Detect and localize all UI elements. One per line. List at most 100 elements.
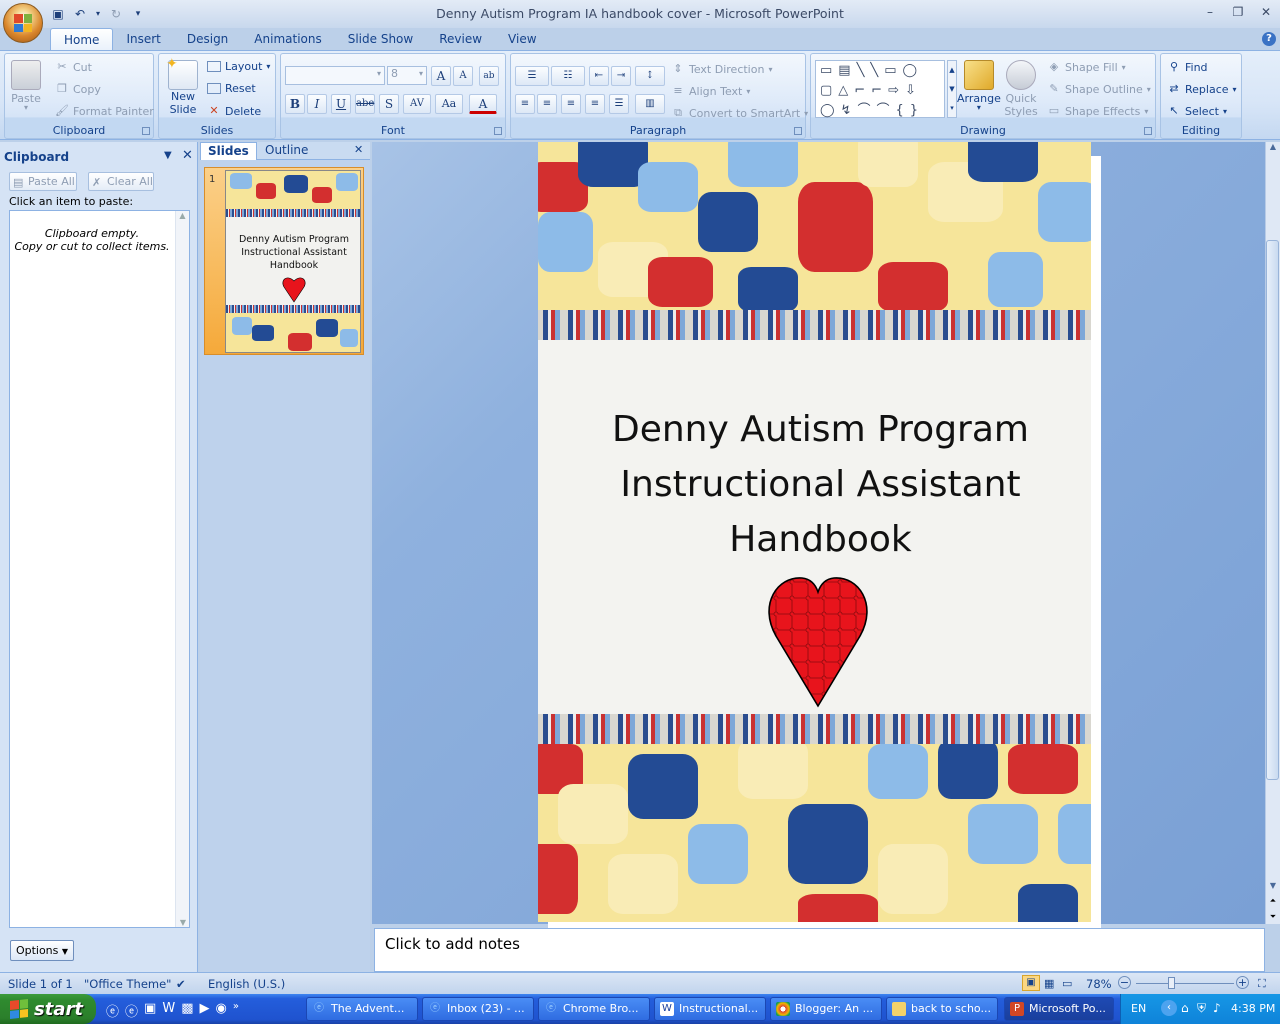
- puzzle-heart-icon[interactable]: [768, 574, 868, 708]
- paste-all-button[interactable]: ▤ Paste All: [9, 172, 77, 191]
- drawing-launcher-icon[interactable]: [1144, 127, 1152, 135]
- shape-fill-button[interactable]: ◈ Shape Fill ▾: [1047, 60, 1126, 74]
- delete-button[interactable]: ✕ Delete: [207, 104, 261, 118]
- security-icon[interactable]: ⛨: [1197, 1001, 1206, 1016]
- shapes-gallery[interactable]: ▭▤╲╲▭◯ ▢△⌐⌐⇨⇩ ◯↯⌒⌒{}: [815, 60, 945, 118]
- clear-all-button[interactable]: ✗ Clear All: [88, 172, 154, 191]
- clipboard-scrollbar[interactable]: ▲ ▼: [175, 211, 189, 927]
- tab-outline[interactable]: Outline: [258, 142, 315, 160]
- scroll-up-icon[interactable]: ▲: [176, 211, 189, 220]
- columns-button[interactable]: ▥: [635, 94, 665, 114]
- restore-icon[interactable]: ❐: [1230, 4, 1246, 20]
- zoom-slider-thumb[interactable]: [1168, 977, 1175, 989]
- language-indicator[interactable]: EN: [1131, 1002, 1146, 1015]
- increase-indent-button[interactable]: ⇥: [611, 66, 631, 86]
- clipboard-launcher-icon[interactable]: [142, 127, 150, 135]
- arrange-button[interactable]: Arrange ▾: [957, 60, 1001, 112]
- taskbar-item-blogger[interactable]: Blogger: An ...: [770, 997, 882, 1021]
- align-text-button[interactable]: ≡ Align Text ▾: [671, 84, 750, 98]
- font-launcher-icon[interactable]: [494, 127, 502, 135]
- cut-button[interactable]: ✂ Cut: [55, 60, 92, 74]
- zoom-level[interactable]: 78%: [1086, 977, 1112, 991]
- zoom-slider[interactable]: [1136, 983, 1234, 984]
- scroll-down-arrow-icon[interactable]: ▼: [1266, 881, 1280, 890]
- justify-button[interactable]: ≡: [585, 94, 605, 114]
- paragraph-launcher-icon[interactable]: [794, 127, 802, 135]
- tray-expand-icon[interactable]: ‹: [1161, 1000, 1177, 1016]
- slide-title[interactable]: Denny Autism Program Instructional Assis…: [568, 402, 1073, 567]
- excel-icon[interactable]: ▩: [181, 1001, 193, 1020]
- language[interactable]: English (U.S.): [208, 977, 285, 991]
- options-button[interactable]: Options ▼: [10, 940, 74, 961]
- grow-font-button[interactable]: A: [431, 66, 451, 86]
- network-icon[interactable]: ⌂: [1181, 1001, 1189, 1015]
- taskbar-item-adventures[interactable]: ⓔ The Advent...: [306, 997, 418, 1021]
- font-color-button[interactable]: A: [469, 94, 497, 114]
- word-icon[interactable]: W: [162, 1001, 175, 1020]
- convert-smartart-button[interactable]: ⧉ Convert to SmartArt ▾: [671, 106, 808, 120]
- previous-slide-icon[interactable]: ⏶: [1266, 896, 1280, 906]
- taskbar-item-back-to-school[interactable]: back to scho...: [886, 997, 998, 1021]
- char-spacing-button[interactable]: AV: [403, 94, 431, 114]
- pane-menu-dropdown-icon[interactable]: ▼: [164, 150, 172, 161]
- shape-effects-button[interactable]: ▭ Shape Effects ▾: [1047, 104, 1149, 118]
- zoom-out-icon[interactable]: −: [1118, 976, 1131, 989]
- tab-insert[interactable]: Insert: [113, 28, 173, 51]
- tab-home[interactable]: Home: [50, 28, 114, 51]
- office-button[interactable]: [3, 3, 43, 43]
- close-icon[interactable]: ✕: [1258, 4, 1274, 20]
- ie-icon[interactable]: ⓔ: [106, 1001, 119, 1020]
- clipboard-items-list[interactable]: Clipboard empty. Copy or cut to collect …: [9, 210, 190, 928]
- copy-button[interactable]: ❐ Copy: [55, 82, 101, 96]
- shrink-font-button[interactable]: A: [453, 66, 473, 86]
- tab-design[interactable]: Design: [174, 28, 241, 51]
- volume-icon[interactable]: ♪: [1213, 1001, 1221, 1015]
- app-icon[interactable]: ◉: [215, 1001, 226, 1020]
- shapes-gallery-scroll[interactable]: ▲ ▼ ▾: [947, 60, 957, 118]
- quick-launch-more-icon[interactable]: »: [233, 1001, 239, 1020]
- italic-button[interactable]: I: [307, 94, 327, 114]
- taskbar-item-inbox[interactable]: ⓔ Inbox (23) - ...: [422, 997, 534, 1021]
- strikethrough-button[interactable]: abe: [355, 94, 375, 114]
- pane-close-icon[interactable]: ✕: [182, 148, 193, 163]
- font-name-combo[interactable]: ▾: [285, 66, 385, 85]
- slide-sorter-icon[interactable]: ▦: [1044, 977, 1054, 990]
- start-button[interactable]: start: [0, 994, 96, 1024]
- format-painter-button[interactable]: 🖌 Format Painter: [55, 104, 154, 118]
- tab-animations[interactable]: Animations: [241, 28, 334, 51]
- tab-slides[interactable]: Slides: [200, 142, 257, 160]
- quick-styles-button[interactable]: Quick Styles: [1003, 60, 1039, 118]
- scroll-down-icon[interactable]: ▼: [176, 918, 190, 927]
- line-spacing-button[interactable]: ↕: [635, 66, 665, 86]
- numbering-button[interactable]: ☷: [551, 66, 585, 86]
- slide-edit-area[interactable]: Denny Autism Program Instructional Assis…: [372, 142, 1265, 924]
- notes-pane[interactable]: Click to add notes: [374, 928, 1265, 972]
- acrobat-icon[interactable]: ▣: [144, 1001, 156, 1020]
- scroll-up-arrow-icon[interactable]: ▲: [1266, 142, 1280, 151]
- clear-formatting-button[interactable]: ab: [479, 66, 499, 86]
- align-center-button[interactable]: ≡: [537, 94, 557, 114]
- font-size-combo[interactable]: 8 ▾: [387, 66, 427, 85]
- text-direction-button[interactable]: ⇕ Text Direction ▾: [671, 62, 772, 76]
- slide-thumbnail[interactable]: 1 Denny Autism Program Instructional Ass…: [204, 167, 364, 355]
- replace-button[interactable]: ⇄ Replace ▾: [1167, 82, 1236, 96]
- slide-show-icon[interactable]: ▭: [1062, 977, 1072, 990]
- normal-view-icon[interactable]: ▣: [1022, 975, 1040, 991]
- underline-button[interactable]: U: [331, 94, 351, 114]
- tab-review[interactable]: Review: [426, 28, 495, 51]
- align-left-button[interactable]: ≡: [515, 94, 535, 114]
- tab-view[interactable]: View: [495, 28, 549, 51]
- change-case-button[interactable]: Aa: [435, 94, 463, 114]
- slide-canvas[interactable]: Denny Autism Program Instructional Assis…: [538, 142, 1091, 922]
- paste-button[interactable]: Paste ▾: [11, 60, 41, 112]
- minimize-icon[interactable]: –: [1202, 4, 1218, 20]
- shadow-button[interactable]: S: [379, 94, 399, 114]
- spelling-check-icon[interactable]: ✔: [176, 977, 186, 991]
- slides-pane-close-icon[interactable]: ✕: [354, 143, 363, 156]
- vertical-scrollbar-thumb[interactable]: [1266, 240, 1279, 780]
- distributed-button[interactable]: ☰: [609, 94, 629, 114]
- bullets-button[interactable]: ☰: [515, 66, 549, 86]
- zoom-in-icon[interactable]: +: [1236, 976, 1249, 989]
- help-icon[interactable]: ?: [1262, 32, 1276, 46]
- layout-button[interactable]: Layout ▾: [207, 60, 270, 73]
